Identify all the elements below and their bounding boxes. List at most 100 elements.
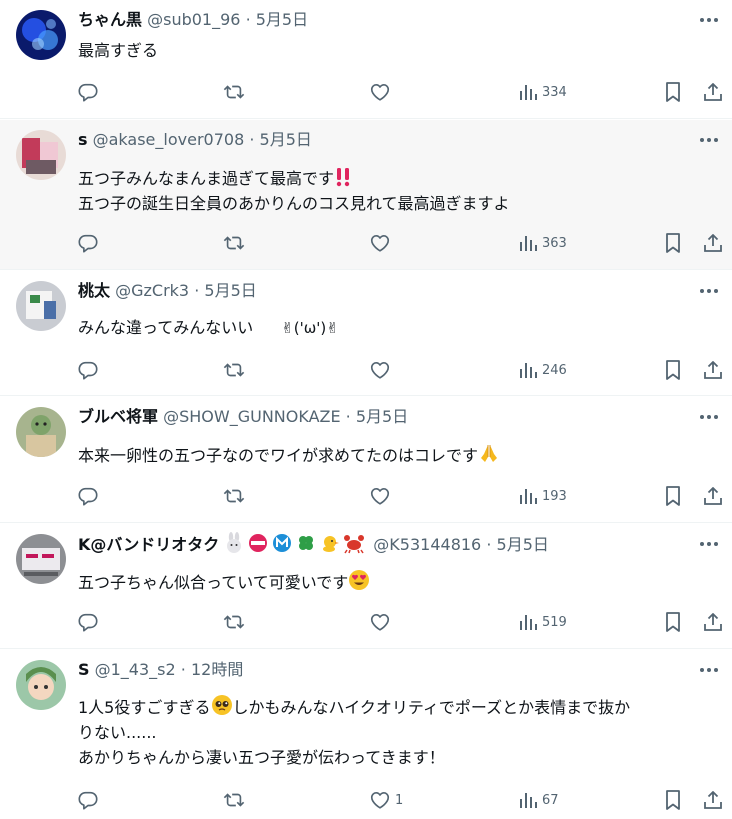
avatar[interactable] <box>16 534 66 584</box>
display-name[interactable]: ブルベ将軍 <box>78 407 158 426</box>
retweet-button[interactable] <box>222 610 246 634</box>
bookmark-button[interactable] <box>663 358 683 382</box>
avatar[interactable] <box>16 407 66 457</box>
more-icon[interactable] <box>696 658 722 682</box>
reply-button[interactable] <box>77 231 99 255</box>
display-name[interactable]: 桃太 <box>78 281 110 300</box>
retweet-button[interactable] <box>222 80 246 104</box>
timestamp[interactable]: 12時間 <box>191 660 243 679</box>
tweet-text: 本来一卵性の五つ子なのでワイが求めてたのはコレです <box>78 442 716 468</box>
retweet-button[interactable] <box>222 484 246 508</box>
share-button[interactable] <box>702 484 724 508</box>
views-button[interactable]: 363 <box>518 231 567 255</box>
retweet-button[interactable] <box>222 788 246 812</box>
share-button[interactable] <box>702 231 724 255</box>
views-icon <box>520 85 537 100</box>
timestamp[interactable]: 5月5日 <box>204 281 256 300</box>
tweet-text-line: あかりちゃんから凄い五つ子愛が伝わってきます！ <box>78 748 445 767</box>
reply-icon <box>78 791 98 810</box>
user-handle[interactable]: @GzCrk3 <box>115 281 189 300</box>
timestamp[interactable]: 5月5日 <box>356 407 408 426</box>
tweet-header: K@バンドリオタク @K53144816 · 5月5日 <box>78 532 549 561</box>
user-handle[interactable]: @sub01_96 <box>147 10 240 29</box>
tweet-text-line: 本来一卵性の五つ子なのでワイが求めてたのはコレです <box>78 446 479 465</box>
bookmark-button[interactable] <box>663 231 683 255</box>
timestamp[interactable]: 5月5日 <box>260 130 312 149</box>
share-button[interactable] <box>702 610 724 634</box>
reply-button[interactable] <box>77 80 99 104</box>
action-bar: 246 <box>0 358 732 382</box>
like-icon <box>370 84 390 101</box>
like-icon <box>370 792 390 809</box>
like-button[interactable] <box>369 484 395 508</box>
tweet-text-line: 五つ子の誕生日全員のあかりんのコス見れて最高過ぎますよ <box>78 194 510 213</box>
like-button[interactable] <box>369 231 395 255</box>
display-name[interactable]: S <box>78 660 90 679</box>
view-count: 519 <box>542 614 567 630</box>
views-button[interactable]: 67 <box>518 788 559 812</box>
timestamp[interactable]: 5月5日 <box>497 535 549 554</box>
reply-button[interactable] <box>77 788 99 812</box>
more-icon[interactable] <box>696 8 722 32</box>
user-handle[interactable]: @K53144816 <box>373 535 481 554</box>
share-icon <box>704 613 722 631</box>
display-name[interactable]: ちゃん黒 <box>78 10 142 29</box>
chick-icon <box>323 536 340 552</box>
bookmark-button[interactable] <box>663 484 683 508</box>
tweet[interactable]: K@バンドリオタク @K53144816 · 5月5日 五つ子ちゃん似合っていて… <box>0 524 732 649</box>
tweet-header: S @1_43_s2 · 12時間 <box>78 658 243 682</box>
like-icon <box>370 488 390 505</box>
reply-button[interactable] <box>77 358 99 382</box>
user-handle[interactable]: @1_43_s2 <box>95 660 176 679</box>
share-icon <box>704 487 722 505</box>
retweet-button[interactable] <box>222 358 246 382</box>
share-button[interactable] <box>702 788 724 812</box>
double-exclamation-icon <box>336 168 350 187</box>
retweet-icon <box>223 615 245 629</box>
avatar[interactable] <box>16 660 66 710</box>
views-button[interactable]: 334 <box>518 80 567 104</box>
display-name[interactable]: s <box>78 130 88 149</box>
avatar[interactable] <box>16 10 66 60</box>
separator: · <box>249 130 255 149</box>
tweet[interactable]: S @1_43_s2 · 12時間 1人5役すごすぎる しかもみんなハイクオリティ… <box>0 650 732 819</box>
tweet[interactable]: ブルベ将軍 @SHOW_GUNNOKAZE · 5月5日 本来一卵性の五つ子なの… <box>0 397 732 523</box>
like-count: 1 <box>395 792 404 808</box>
reply-button[interactable] <box>77 610 99 634</box>
tweet[interactable]: s @akase_lover0708 · 5月5日 五つ子みんなまんま過ぎて最高… <box>0 120 732 270</box>
user-handle[interactable]: @akase_lover0708 <box>93 130 245 149</box>
retweet-button[interactable] <box>222 231 246 255</box>
views-button[interactable]: 246 <box>518 358 567 382</box>
bookmark-button[interactable] <box>663 80 683 104</box>
tweet-text-line: ✌('ω')✌ <box>281 319 339 337</box>
user-handle[interactable]: @SHOW_GUNNOKAZE <box>163 407 340 426</box>
rabbit-icon <box>227 532 242 553</box>
avatar[interactable] <box>16 130 66 180</box>
avatar[interactable] <box>16 281 66 331</box>
bookmark-icon <box>666 82 680 102</box>
bookmark-button[interactable] <box>663 610 683 634</box>
bookmark-icon <box>666 486 680 506</box>
display-name[interactable]: K@バンドリオタク <box>78 535 219 554</box>
share-button[interactable] <box>702 80 724 104</box>
retweet-icon <box>223 236 245 250</box>
share-button[interactable] <box>702 358 724 382</box>
separator: · <box>180 660 186 679</box>
reply-button[interactable] <box>77 484 99 508</box>
tweet[interactable]: ちゃん黒 @sub01_96 · 5月5日 最高すぎる 334 <box>0 0 732 119</box>
like-button[interactable]: 1 <box>369 788 403 812</box>
like-button[interactable] <box>369 358 395 382</box>
views-button[interactable]: 519 <box>518 610 567 634</box>
like-button[interactable] <box>369 80 395 104</box>
more-icon[interactable] <box>696 279 722 303</box>
separator: · <box>345 407 351 426</box>
tweet-text-line: しかもみんなハイクオリティでポーズとか表情まで抜か <box>232 698 631 717</box>
more-icon[interactable] <box>696 405 722 429</box>
more-icon[interactable] <box>696 128 722 152</box>
views-button[interactable]: 193 <box>518 484 567 508</box>
bookmark-button[interactable] <box>663 788 683 812</box>
tweet[interactable]: 桃太 @GzCrk3 · 5月5日 みんな違ってみんないい ✌('ω')✌ 24… <box>0 271 732 396</box>
timestamp[interactable]: 5月5日 <box>256 10 308 29</box>
more-icon[interactable] <box>696 532 722 556</box>
like-button[interactable] <box>369 610 395 634</box>
